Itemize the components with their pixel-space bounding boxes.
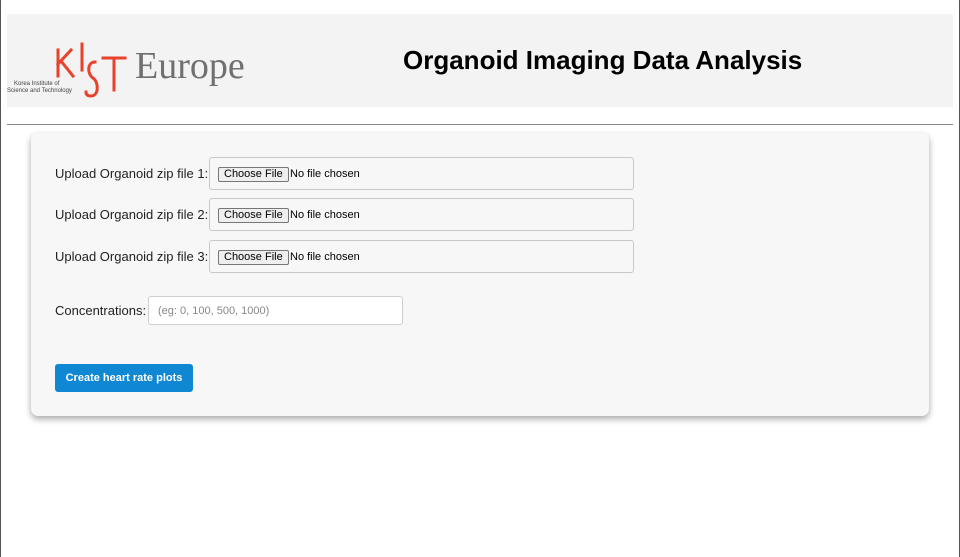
file-status-2: No file chosen	[290, 209, 360, 221]
page-title: Organoid Imaging Data Analysis	[403, 45, 803, 75]
choose-file-button-1[interactable]: Choose File	[218, 167, 289, 182]
concentrations-label: Concentrations:	[55, 303, 147, 318]
file-status-3: No file chosen	[290, 251, 360, 263]
upload-form-card: Upload Organoid zip file 1: Choose File …	[31, 133, 929, 416]
create-heart-rate-plots-button[interactable]: Create heart rate plots	[55, 364, 193, 392]
file-input-3[interactable]: Choose File No file chosen	[209, 240, 634, 273]
choose-file-button-2[interactable]: Choose File	[218, 208, 289, 223]
logo-wordmark: Europe	[135, 45, 245, 87]
upload-label-1: Upload Organoid zip file 1:	[55, 166, 209, 181]
upload-label-3: Upload Organoid zip file 3:	[55, 249, 209, 264]
logo-tagline-1: Korea Institute of	[14, 81, 60, 87]
file-input-1[interactable]: Choose File No file chosen	[209, 157, 634, 190]
choose-file-button-3[interactable]: Choose File	[218, 250, 289, 265]
kist-europe-logo: Korea Institute of Science and Technolog…	[7, 42, 245, 98]
upload-label-2: Upload Organoid zip file 2:	[55, 207, 209, 222]
file-status-1: No file chosen	[290, 168, 360, 180]
concentrations-input[interactable]	[148, 296, 403, 325]
header-divider	[7, 124, 953, 125]
file-input-2[interactable]: Choose File No file chosen	[209, 198, 634, 231]
page-header: Korea Institute of Science and Technolog…	[7, 14, 953, 107]
logo-tagline-2: Science and Technology	[7, 88, 72, 94]
